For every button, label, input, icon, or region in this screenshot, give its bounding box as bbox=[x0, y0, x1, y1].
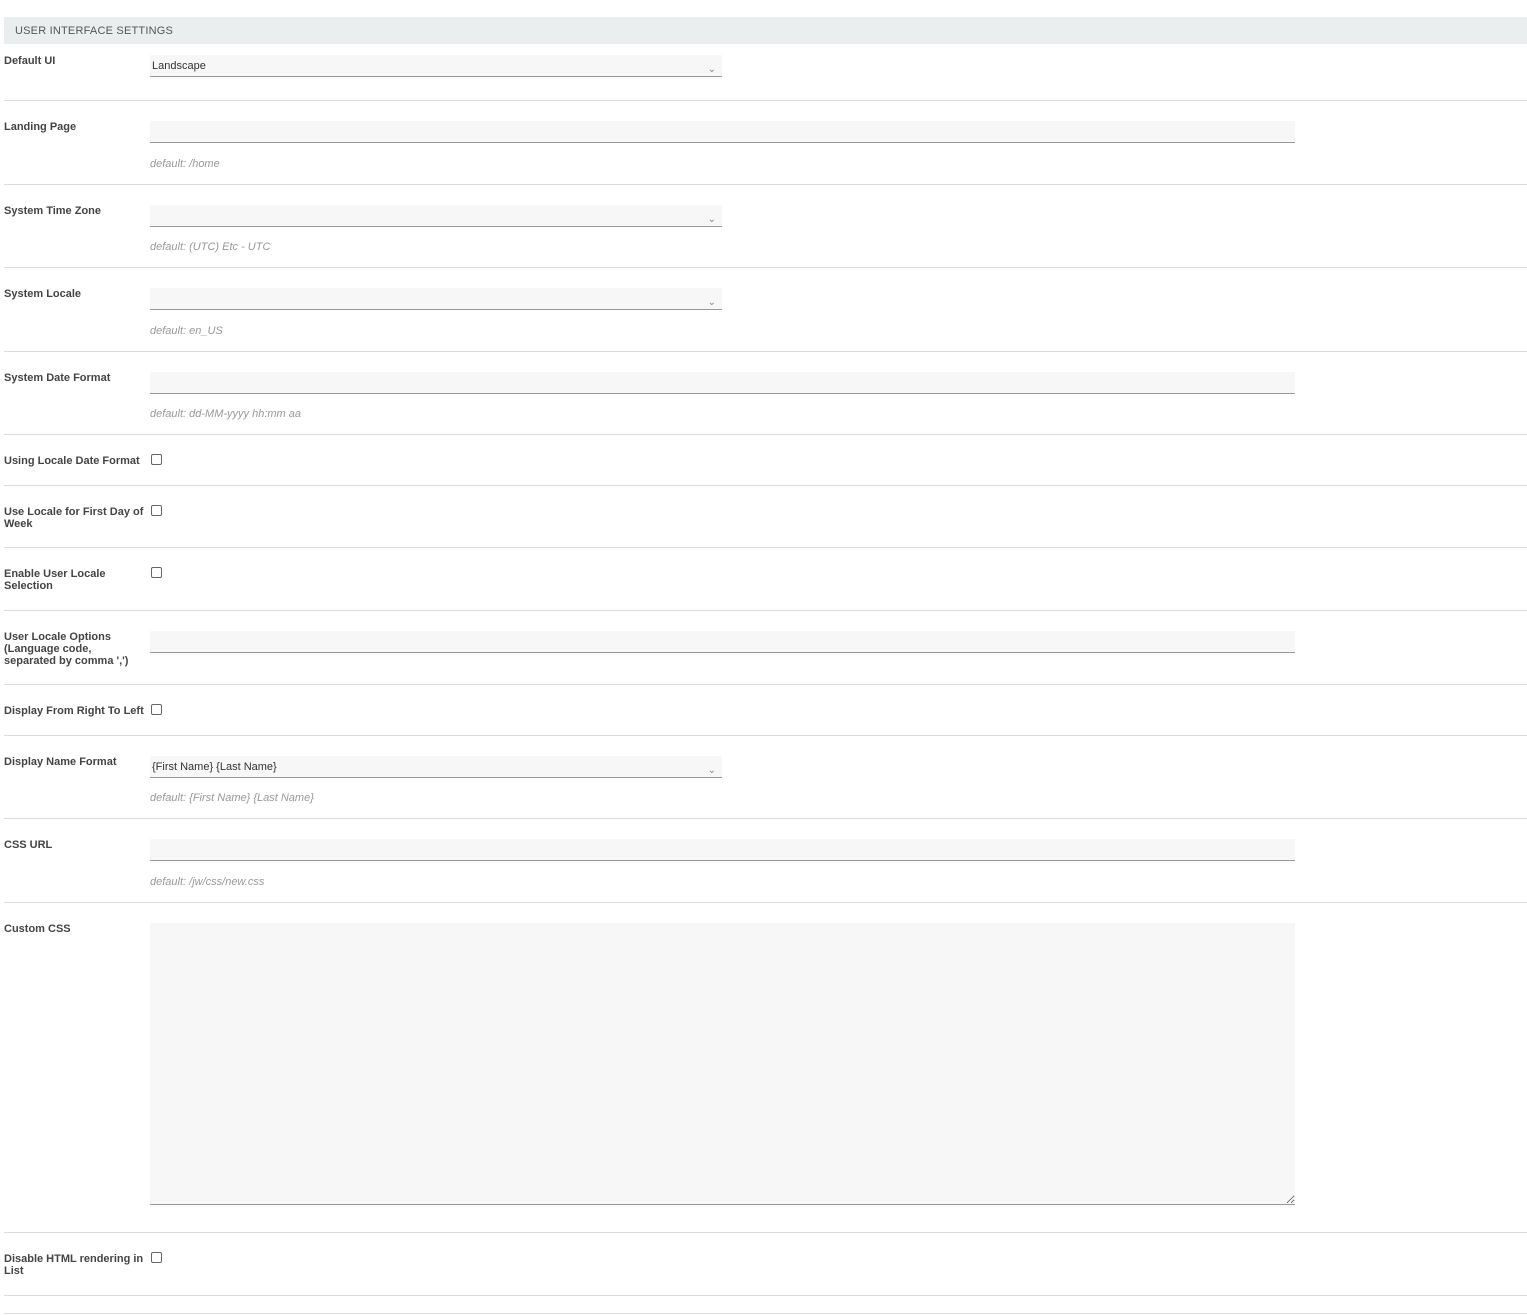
user-locale-selection-label: Enable User Locale Selection bbox=[4, 568, 106, 592]
css-url-label: CSS URL bbox=[4, 839, 53, 851]
row-rtl: Display From Right To Left bbox=[4, 685, 1527, 736]
row-time-zone: System Time Zone ⌄ default: (UTC) Etc - … bbox=[4, 185, 1527, 268]
chevron-down-icon: ⌄ bbox=[707, 64, 716, 75]
section-header: USER INTERFACE SETTINGS bbox=[4, 17, 1527, 44]
chevron-down-icon: ⌄ bbox=[707, 214, 716, 225]
settings-form: Default UI Landscape ⌄ Landing Page defau… bbox=[4, 44, 1527, 1314]
row-locale-date-format: Using Locale Date Format bbox=[4, 435, 1527, 486]
time-zone-hint: default: (UTC) Etc - UTC bbox=[150, 241, 271, 253]
custom-css-label: Custom CSS bbox=[4, 923, 71, 935]
row-default-ui: Default UI Landscape ⌄ bbox=[4, 44, 1527, 101]
user-locale-options-input[interactable] bbox=[150, 631, 1295, 653]
row-css-url: CSS URL default: /jw/css/new.css bbox=[4, 819, 1527, 903]
row-locale: System Locale ⌄ default: en_US bbox=[4, 268, 1527, 352]
landing-page-label: Landing Page bbox=[4, 121, 77, 133]
disable-html-checkbox[interactable] bbox=[151, 1252, 162, 1263]
row-disable-html: Disable HTML rendering in List bbox=[4, 1233, 1527, 1296]
date-format-hint: default: dd-MM-yyyy hh:mm aa bbox=[150, 408, 301, 420]
locale-hint: default: en_US bbox=[150, 325, 223, 337]
default-ui-select[interactable]: Landscape ⌄ bbox=[150, 55, 722, 77]
row-divider bbox=[4, 1296, 1527, 1314]
row-user-locale-selection: Enable User Locale Selection bbox=[4, 548, 1527, 611]
date-format-label: System Date Format bbox=[4, 372, 111, 384]
display-name-format-hint: default: {First Name} {Last Name} bbox=[150, 792, 314, 804]
locale-select[interactable]: ⌄ bbox=[150, 288, 722, 310]
chevron-down-icon: ⌄ bbox=[707, 765, 716, 776]
first-day-checkbox[interactable] bbox=[151, 505, 162, 516]
row-user-locale-options: User Locale Options (Language code, sepa… bbox=[4, 611, 1527, 685]
default-ui-value: Landscape bbox=[152, 60, 206, 72]
user-locale-options-label: User Locale Options (Language code, sepa… bbox=[4, 631, 129, 667]
custom-css-textarea[interactable] bbox=[150, 923, 1295, 1205]
landing-page-hint: default: /home bbox=[150, 158, 220, 170]
row-date-format: System Date Format default: dd-MM-yyyy h… bbox=[4, 352, 1527, 435]
row-first-day: Use Locale for First Day of Week bbox=[4, 486, 1527, 548]
user-locale-selection-checkbox[interactable] bbox=[151, 567, 162, 578]
locale-label: System Locale bbox=[4, 288, 82, 300]
css-url-input[interactable] bbox=[150, 839, 1295, 861]
first-day-label: Use Locale for First Day of Week bbox=[4, 506, 144, 530]
display-name-format-value: {First Name} {Last Name} bbox=[152, 761, 277, 773]
row-landing-page: Landing Page default: /home bbox=[4, 101, 1527, 185]
display-name-format-select[interactable]: {First Name} {Last Name} ⌄ bbox=[150, 756, 722, 778]
row-display-name-format: Display Name Format {First Name} {Last N… bbox=[4, 736, 1527, 819]
display-name-format-label: Display Name Format bbox=[4, 756, 117, 768]
chevron-down-icon: ⌄ bbox=[707, 297, 716, 308]
disable-html-label: Disable HTML rendering in List bbox=[4, 1253, 144, 1277]
time-zone-label: System Time Zone bbox=[4, 205, 101, 217]
row-custom-css: Custom CSS bbox=[4, 903, 1527, 1233]
default-ui-label: Default UI bbox=[4, 55, 56, 67]
date-format-input[interactable] bbox=[150, 372, 1295, 394]
locale-date-format-checkbox[interactable] bbox=[151, 454, 162, 465]
landing-page-input[interactable] bbox=[150, 121, 1295, 143]
rtl-checkbox[interactable] bbox=[151, 704, 162, 715]
locale-date-format-label: Using Locale Date Format bbox=[4, 455, 140, 467]
css-url-hint: default: /jw/css/new.css bbox=[150, 876, 265, 888]
time-zone-select[interactable]: ⌄ bbox=[150, 205, 722, 227]
rtl-label: Display From Right To Left bbox=[4, 705, 144, 717]
